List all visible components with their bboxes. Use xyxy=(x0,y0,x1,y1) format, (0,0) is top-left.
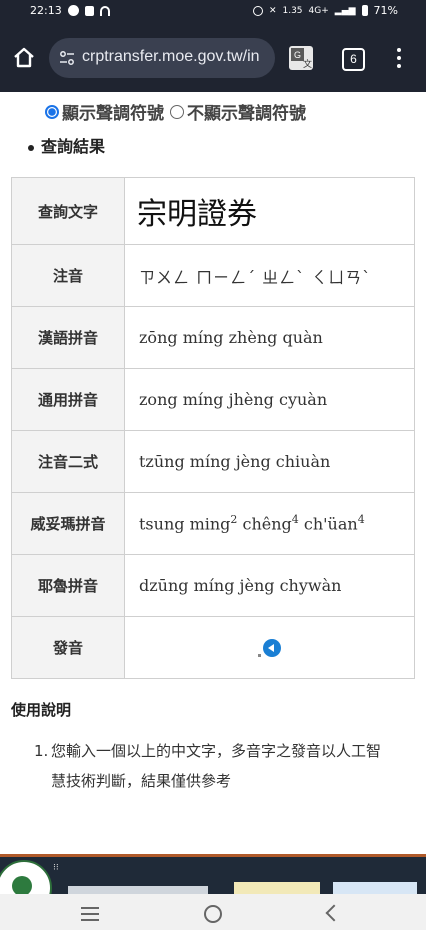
home-icon[interactable] xyxy=(10,44,38,72)
recent-apps-icon[interactable] xyxy=(81,907,99,925)
hide-tones-label[interactable]: 不顯示聲調符號 xyxy=(187,99,306,124)
tone-number: 4 xyxy=(291,513,299,527)
table-row: 發音 xyxy=(11,616,415,679)
back-icon[interactable] xyxy=(325,904,343,922)
home-circle-icon[interactable] xyxy=(204,905,222,923)
usage-list: 1. 您輸入一個以上的中文字，多音字之發音以人工智慧技術判斷，結果僅供參考 xyxy=(34,736,384,796)
battery-level: 71% xyxy=(373,4,398,17)
show-tones-label[interactable]: 顯示聲調符號 xyxy=(62,99,164,124)
page-content: 顯示聲調符號 不顯示聲調符號 查詢結果 查詢文字 宗明證券 注音 ㄗㄨㄥ ㄇㄧㄥ… xyxy=(0,92,426,854)
wade-giles-part: chêng xyxy=(237,514,292,534)
yale-pinyin-value: dzūng míng jèng chywàn xyxy=(124,554,415,617)
table-row: 漢語拼音 zōng míng zhèng quàn xyxy=(11,306,415,369)
results-table: 查詢文字 宗明證券 注音 ㄗㄨㄥ ㄇㄧㄥˊ ㄓㄥˋ ㄑㄩㄢˋ 漢語拼音 zōng… xyxy=(11,177,415,679)
tone-options: 顯示聲調符號 不顯示聲調符號 xyxy=(45,99,306,124)
zhuyin-two-value: tzūng míng jèng chiuàn xyxy=(124,430,415,493)
system-nav-bar xyxy=(0,894,426,930)
query-text: 宗明證券 xyxy=(124,177,415,245)
status-time: 22:13 xyxy=(30,4,62,17)
row-label: 注音二式 xyxy=(11,430,125,493)
table-row: 注音 ㄗㄨㄥ ㄇㄧㄥˊ ㄓㄥˋ ㄑㄩㄢˋ xyxy=(11,244,415,307)
pronunciation-cell xyxy=(124,616,415,679)
table-row: 查詢文字 宗明證券 xyxy=(11,177,415,245)
table-row: 威妥瑪拼音 tsung ming2 chêng4 ch'üan4 xyxy=(11,492,415,555)
list-item-number: 1. xyxy=(34,742,49,760)
results-heading: 查詢結果 xyxy=(28,133,105,157)
usage-title: 使用說明 xyxy=(11,701,72,719)
accessibility-badge[interactable] xyxy=(234,882,320,894)
hide-tones-radio[interactable] xyxy=(170,104,184,119)
url-text[interactable]: crptransfer.moe.gov.tw/in xyxy=(82,48,260,66)
hanyu-pinyin-value: zōng míng zhèng quàn xyxy=(124,306,415,369)
row-label: 發音 xyxy=(11,616,125,679)
wade-giles-part: ch'üan xyxy=(298,514,358,534)
row-label: 查詢文字 xyxy=(11,177,125,245)
table-row: 通用拼音 zong míng jhèng cyuàn xyxy=(11,368,415,431)
dot-icon xyxy=(258,654,261,658)
footer-divider xyxy=(0,854,426,857)
zhuyin-value: ㄗㄨㄥ ㄇㄧㄥˊ ㄓㄥˋ ㄑㄩㄢˋ xyxy=(124,244,415,307)
results-heading-text: 查詢結果 xyxy=(41,137,106,156)
alarm-icon xyxy=(252,5,263,16)
table-row: 注音二式 tzūng míng jèng chiuàn xyxy=(11,430,415,493)
tab-switcher-button[interactable]: 6 xyxy=(342,48,365,71)
mute-icon: ✕ xyxy=(268,5,277,16)
list-item: 您輸入一個以上的中文字，多音字之發音以人工智慧技術判斷，結果僅供參考 xyxy=(51,742,382,790)
footer-banner[interactable] xyxy=(333,882,417,894)
tone-number: 4 xyxy=(357,513,365,527)
speaker-icon[interactable] xyxy=(263,639,281,658)
status-bar: 22:13 ✕ 1.35 4G+ ▂▄▆ 71% xyxy=(0,0,426,24)
grid-icon: ⁝⁝ xyxy=(53,863,59,873)
chat-icon xyxy=(67,5,79,16)
wade-giles-part: tsung ming xyxy=(139,514,231,534)
network-type: 4G+ xyxy=(308,5,329,16)
wade-giles-value: tsung ming2 chêng4 ch'üan4 xyxy=(124,492,415,555)
row-label: 漢語拼音 xyxy=(11,306,125,369)
row-label: 注音 xyxy=(11,244,125,307)
address-bar[interactable]: crptransfer.moe.gov.tw/in xyxy=(49,38,275,78)
svg-text:文: 文 xyxy=(303,58,312,70)
network-speed: 1.35 xyxy=(282,5,303,16)
signal-icon: ▂▄▆ xyxy=(334,5,356,16)
headset-icon xyxy=(99,5,110,16)
svg-text:G: G xyxy=(294,50,301,60)
tongyong-pinyin-value: zong míng jhèng cyuàn xyxy=(124,368,415,431)
row-label: 威妥瑪拼音 xyxy=(11,492,125,555)
site-settings-icon[interactable] xyxy=(59,50,75,66)
battery-icon xyxy=(361,5,368,16)
ministry-logo[interactable] xyxy=(0,860,52,894)
more-options-icon[interactable] xyxy=(394,46,404,70)
table-row: 耶魯拼音 dzūng míng jèng chywàn xyxy=(11,554,415,617)
bullet-icon xyxy=(28,144,34,151)
row-label: 通用拼音 xyxy=(11,368,125,431)
site-footer: ⁝⁝ xyxy=(0,854,426,894)
notification-icon xyxy=(84,5,94,16)
show-tones-radio[interactable] xyxy=(45,104,59,119)
row-label: 耶魯拼音 xyxy=(11,554,125,617)
translate-icon[interactable]: G 文 xyxy=(289,46,313,70)
browser-toolbar: crptransfer.moe.gov.tw/in G 文 6 xyxy=(0,24,426,92)
footer-link-strip[interactable] xyxy=(68,886,208,894)
